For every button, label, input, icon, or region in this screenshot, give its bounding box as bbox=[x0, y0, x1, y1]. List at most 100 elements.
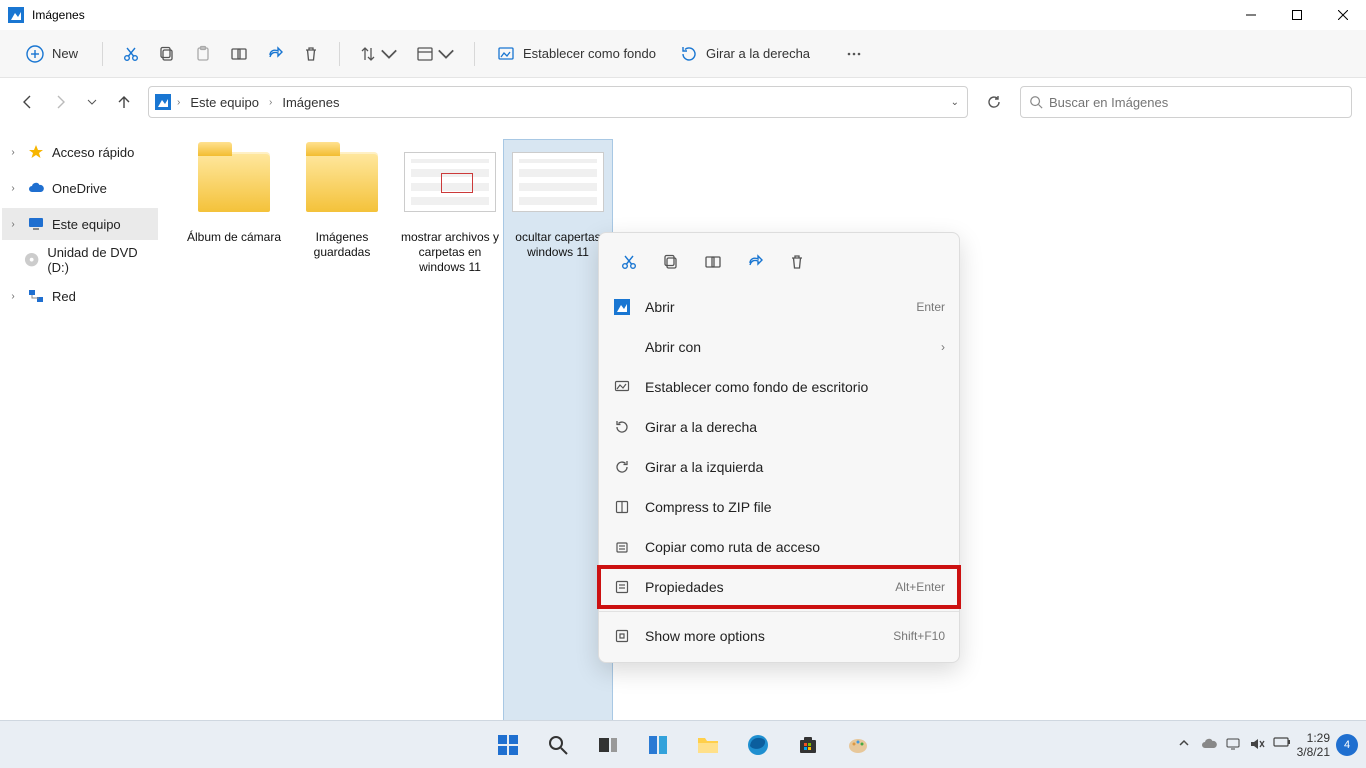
item-label: mostrar archivos y carpetas en windows 1… bbox=[396, 230, 504, 275]
more-options-icon bbox=[613, 627, 631, 645]
menu-item-copy-path[interactable]: Copiar como ruta de acceso bbox=[599, 527, 959, 567]
folder-item[interactable]: Álbum de cámara bbox=[180, 140, 288, 730]
sidebar-item-onedrive[interactable]: › OneDrive bbox=[2, 172, 158, 204]
date-label: 3/8/21 bbox=[1297, 745, 1330, 759]
search-button[interactable] bbox=[536, 725, 580, 765]
chevron-right-icon[interactable]: › bbox=[6, 219, 20, 230]
app-icon bbox=[8, 7, 24, 23]
search-icon bbox=[1029, 95, 1043, 109]
chevron-right-icon: › bbox=[941, 340, 945, 354]
sidebar-item-label: Acceso rápido bbox=[52, 145, 134, 160]
menu-item-open-with[interactable]: Abrir con › bbox=[599, 327, 959, 367]
file-item-selected[interactable]: ocultar capertas windows 11 bbox=[504, 140, 612, 730]
paste-button[interactable] bbox=[187, 37, 219, 71]
menu-item-set-background[interactable]: Establecer como fondo de escritorio bbox=[599, 367, 959, 407]
folder-item[interactable]: Imágenes guardadas bbox=[288, 140, 396, 730]
breadcrumb-current[interactable]: Imágenes bbox=[278, 93, 343, 112]
delete-button[interactable] bbox=[295, 37, 327, 71]
address-bar[interactable]: › Este equipo › Imágenes ⌄ bbox=[148, 86, 968, 118]
notification-button[interactable]: 4 bbox=[1336, 734, 1358, 756]
window-title: Imágenes bbox=[32, 8, 85, 22]
item-label: Álbum de cámara bbox=[187, 230, 281, 245]
sort-button[interactable] bbox=[352, 37, 405, 71]
menu-item-compress-zip[interactable]: Compress to ZIP file bbox=[599, 487, 959, 527]
share-button[interactable] bbox=[735, 245, 775, 279]
cut-button[interactable] bbox=[609, 245, 649, 279]
file-explorer-button[interactable] bbox=[686, 725, 730, 765]
pictures-library-icon bbox=[155, 94, 171, 110]
back-button[interactable] bbox=[14, 88, 42, 116]
menu-item-rotate-left[interactable]: Girar a la izquierda bbox=[599, 447, 959, 487]
menu-item-open[interactable]: Abrir Enter bbox=[599, 287, 959, 327]
title-bar: Imágenes bbox=[0, 0, 1366, 30]
set-background-label: Establecer como fondo bbox=[523, 46, 656, 61]
refresh-button[interactable] bbox=[978, 86, 1010, 118]
network-icon bbox=[28, 288, 44, 304]
sidebar-item-label: Unidad de DVD (D:) bbox=[47, 245, 158, 275]
sidebar-item-network[interactable]: › Red bbox=[2, 280, 158, 312]
copy-path-icon bbox=[613, 538, 631, 556]
new-button-label: New bbox=[52, 46, 78, 61]
breadcrumb-root[interactable]: Este equipo bbox=[186, 93, 263, 112]
onedrive-tray-icon[interactable] bbox=[1201, 736, 1219, 754]
sidebar-item-quick-access[interactable]: › Acceso rápido bbox=[2, 136, 158, 168]
search-box[interactable] bbox=[1020, 86, 1352, 118]
copy-button[interactable] bbox=[151, 37, 183, 71]
battery-tray-icon[interactable] bbox=[1273, 736, 1291, 754]
cut-button[interactable] bbox=[115, 37, 147, 71]
chevron-right-icon[interactable]: › bbox=[6, 147, 20, 158]
delete-button[interactable] bbox=[777, 245, 817, 279]
recent-dropdown[interactable] bbox=[78, 88, 106, 116]
chevron-right-icon[interactable]: › bbox=[6, 291, 20, 302]
sidebar-item-label: Red bbox=[52, 289, 76, 304]
new-button[interactable]: New bbox=[14, 37, 90, 71]
tray-chevron-icon[interactable] bbox=[1177, 736, 1195, 754]
cloud-icon bbox=[28, 180, 44, 196]
context-menu-quick-actions bbox=[599, 239, 959, 287]
volume-tray-icon[interactable] bbox=[1249, 736, 1267, 754]
chevron-right-icon[interactable]: › bbox=[6, 183, 20, 194]
rename-button[interactable] bbox=[693, 245, 733, 279]
sidebar-item-label: Este equipo bbox=[52, 217, 121, 232]
rotate-left-icon bbox=[613, 458, 631, 476]
up-button[interactable] bbox=[110, 88, 138, 116]
more-button[interactable] bbox=[838, 37, 870, 71]
sidebar-item-label: OneDrive bbox=[52, 181, 107, 196]
share-button[interactable] bbox=[259, 37, 291, 71]
network-tray-icon[interactable] bbox=[1225, 736, 1243, 754]
chevron-right-icon: › bbox=[267, 97, 274, 108]
clock[interactable]: 1:29 3/8/21 bbox=[1297, 731, 1330, 759]
set-background-button[interactable]: Establecer como fondo bbox=[487, 37, 666, 71]
forward-button[interactable] bbox=[46, 88, 74, 116]
folder-icon bbox=[198, 152, 270, 212]
desktop-icon bbox=[613, 378, 631, 396]
toolbar: New Establecer como fondo Girar a la der… bbox=[0, 30, 1366, 78]
menu-item-properties[interactable]: Propiedades Alt+Enter bbox=[599, 567, 959, 607]
context-menu: Abrir Enter Abrir con › Establecer como … bbox=[598, 232, 960, 663]
close-button[interactable] bbox=[1320, 0, 1366, 30]
maximize-button[interactable] bbox=[1274, 0, 1320, 30]
navigation-pane: › Acceso rápido › OneDrive › Este equipo… bbox=[0, 126, 160, 744]
image-thumbnail bbox=[404, 152, 496, 212]
menu-item-rotate-right[interactable]: Girar a la derecha bbox=[599, 407, 959, 447]
rename-button[interactable] bbox=[223, 37, 255, 71]
sidebar-item-dvd[interactable]: Unidad de DVD (D:) bbox=[2, 244, 158, 276]
view-button[interactable] bbox=[409, 37, 462, 71]
minimize-button[interactable] bbox=[1228, 0, 1274, 30]
start-button[interactable] bbox=[486, 725, 530, 765]
file-item[interactable]: mostrar archivos y carpetas en windows 1… bbox=[396, 140, 504, 730]
folder-icon bbox=[306, 152, 378, 212]
menu-item-more-options[interactable]: Show more options Shift+F10 bbox=[599, 616, 959, 656]
copy-button[interactable] bbox=[651, 245, 691, 279]
search-input[interactable] bbox=[1049, 95, 1343, 110]
task-view-button[interactable] bbox=[586, 725, 630, 765]
widgets-button[interactable] bbox=[636, 725, 680, 765]
rotate-right-button[interactable]: Girar a la derecha bbox=[670, 37, 820, 71]
edge-button[interactable] bbox=[736, 725, 780, 765]
properties-icon bbox=[613, 578, 631, 596]
store-button[interactable] bbox=[786, 725, 830, 765]
sidebar-item-this-pc[interactable]: › Este equipo bbox=[2, 208, 158, 240]
rotate-right-label: Girar a la derecha bbox=[706, 46, 810, 61]
history-dropdown-icon[interactable]: ⌄ bbox=[951, 97, 959, 108]
paint-button[interactable] bbox=[836, 725, 880, 765]
